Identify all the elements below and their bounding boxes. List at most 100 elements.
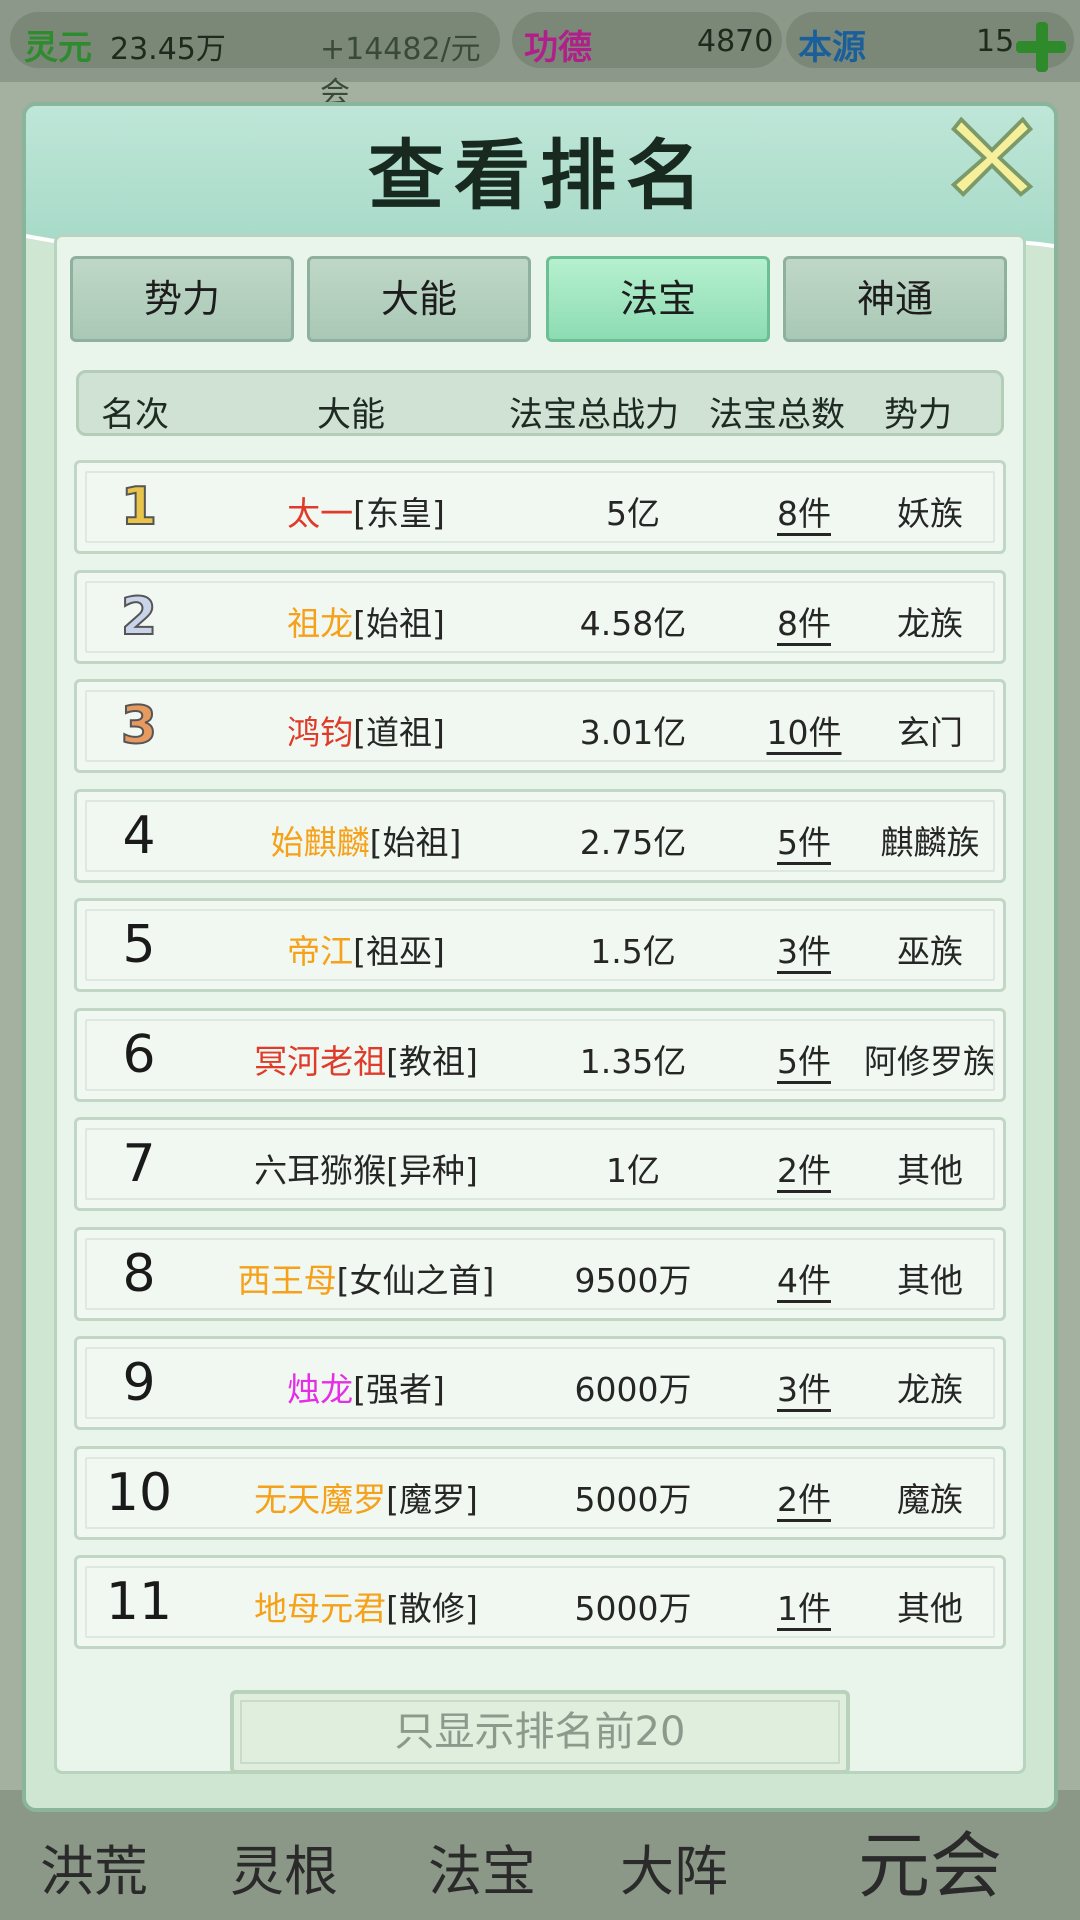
row-power: 9500万 <box>574 1261 692 1300</box>
table-row[interactable]: 7 六耳猕猴[异种] 1亿 2件 其他 <box>74 1117 1006 1211</box>
close-icon <box>950 116 1034 198</box>
row-rank: 7 <box>122 1134 156 1194</box>
row-faction: 龙族 <box>897 604 963 643</box>
resource-bar: 灵元 23.45万 +14482/元会 功德 4870 本源 15 <box>0 0 1080 111</box>
row-rank: 9 <box>122 1353 156 1413</box>
table-row[interactable]: 9 烛龙[强者] 6000万 3件 龙族 <box>74 1336 1006 1430</box>
dialog-header: 查看排名 <box>26 106 1054 276</box>
row-faction: 魔族 <box>897 1480 963 1519</box>
row-name: 始麒麟[始祖] <box>201 816 531 864</box>
row-rank: 1 <box>120 476 158 538</box>
tab-shentong[interactable]: 神通 <box>783 256 1007 342</box>
row-name: 无天魔罗[魔罗] <box>201 1473 531 1521</box>
column-count: 法宝总数 <box>709 395 845 435</box>
nav-fabao[interactable]: 法宝 <box>428 1827 536 1906</box>
row-name-text: 冥河老祖 <box>254 1042 387 1081</box>
dialog-title: 查看排名 <box>368 131 712 220</box>
row-rank: 5 <box>122 915 156 975</box>
table-row[interactable]: 6 冥河老祖[教祖] 1.35亿 5件 阿修罗族 <box>74 1008 1006 1102</box>
row-rank: 6 <box>122 1025 156 1085</box>
benyuan-resource: 本源 15 <box>786 12 1074 72</box>
tab-fabao[interactable]: 法宝 <box>546 256 770 342</box>
table-row[interactable]: 10 无天魔罗[魔罗] 5000万 2件 魔族 <box>74 1446 1006 1540</box>
row-title-text: [始祖] <box>353 604 445 643</box>
add-benyuan-plus-icon[interactable] <box>1016 22 1066 72</box>
lingyuan-label: 灵元 <box>24 28 92 68</box>
row-name: 冥河老祖[教祖] <box>201 1035 531 1083</box>
table-row[interactable]: 2 祖龙[始祖] 4.58亿 8件 龙族 <box>74 570 1006 664</box>
nav-linggen[interactable]: 灵根 <box>230 1827 338 1906</box>
row-faction: 其他 <box>897 1589 963 1628</box>
row-power: 3.01亿 <box>579 713 687 752</box>
row-name-text: 烛龙 <box>287 1370 354 1409</box>
row-power: 2.75亿 <box>579 823 687 862</box>
benyuan-value: 15 <box>976 24 1015 59</box>
table-row[interactable]: 11 地母元君[散修] 5000万 1件 其他 <box>74 1555 1006 1649</box>
row-faction: 妖族 <box>897 494 963 533</box>
table-row[interactable]: 1 太一[东皇] 5亿 8件 妖族 <box>74 460 1006 554</box>
row-rank: 4 <box>122 806 156 866</box>
row-faction: 巫族 <box>897 932 963 971</box>
lingyuan-value: 23.45万 <box>110 32 226 67</box>
row-faction: 麒麟族 <box>880 823 980 862</box>
row-power: 5000万 <box>574 1480 692 1519</box>
row-faction: 其他 <box>897 1261 963 1300</box>
row-power: 1.5亿 <box>590 932 676 971</box>
row-name-text: 无天魔罗 <box>254 1480 387 1519</box>
lingyuan-rate: +14482/元会 <box>320 32 481 111</box>
table-row[interactable]: 5 帝江[祖巫] 1.5亿 3件 巫族 <box>74 898 1006 992</box>
column-power: 法宝总战力 <box>509 395 679 435</box>
table-row[interactable]: 3 鸿钧[道祖] 3.01亿 10件 玄门 <box>74 679 1006 773</box>
gongde-value: 4870 <box>697 24 774 59</box>
row-title-text: [散修] <box>386 1589 478 1628</box>
row-name-text: 祖龙 <box>287 604 354 643</box>
row-name: 太一[东皇] <box>201 487 531 535</box>
row-title-text: [异种] <box>386 1151 478 1190</box>
row-title-text: [强者] <box>353 1370 445 1409</box>
row-title-text: [始祖] <box>369 823 462 862</box>
row-title-text: [教祖] <box>386 1042 478 1081</box>
column-rank: 名次 <box>101 395 169 435</box>
row-name: 六耳猕猴[异种] <box>201 1144 531 1192</box>
nav-honghuang[interactable]: 洪荒 <box>40 1827 148 1906</box>
table-row[interactable]: 4 始麒麟[始祖] 2.75亿 5件 麒麟族 <box>74 789 1006 883</box>
tab-daneng[interactable]: 大能 <box>307 256 531 342</box>
nav-yuanhui[interactable]: 元会 <box>858 1807 1002 1912</box>
table-header: 名次 大能 法宝总战力 法宝总数 势力 <box>76 370 1004 436</box>
close-button[interactable] <box>944 106 1040 202</box>
row-power: 1.35亿 <box>579 1042 687 1081</box>
gongde-label: 功德 <box>524 28 592 68</box>
row-power: 6000万 <box>574 1370 692 1409</box>
row-faction: 其他 <box>897 1151 963 1190</box>
row-faction: 龙族 <box>897 1370 963 1409</box>
row-title-text: [祖巫] <box>353 932 445 971</box>
table-row[interactable]: 8 西王母[女仙之首] 9500万 4件 其他 <box>74 1227 1006 1321</box>
benyuan-label: 本源 <box>798 28 866 68</box>
show-top20-button[interactable]: 只显示排名前20 <box>230 1690 850 1774</box>
row-name-text: 地母元君 <box>254 1589 387 1628</box>
row-power: 1亿 <box>606 1151 660 1190</box>
row-faction: 玄门 <box>897 713 963 752</box>
row-name: 鸿钧[道祖] <box>201 706 531 754</box>
row-name-text: 六耳猕猴 <box>254 1151 387 1190</box>
row-name-text: 西王母 <box>237 1261 337 1300</box>
gongde-resource: 功德 4870 <box>512 12 782 68</box>
show-top20-label: 只显示排名前20 <box>394 1709 686 1755</box>
row-title-text: [道祖] <box>353 713 445 752</box>
row-title-text: [女仙之首] <box>336 1261 495 1300</box>
tab-shili[interactable]: 势力 <box>70 256 294 342</box>
row-title-text: [东皇] <box>353 494 445 533</box>
row-name-text: 鸿钧 <box>287 713 354 752</box>
nav-dazhen[interactable]: 大阵 <box>620 1827 728 1906</box>
row-name: 帝江[祖巫] <box>201 925 531 973</box>
row-rank: 11 <box>105 1572 173 1632</box>
row-rank: 2 <box>120 586 158 648</box>
row-name: 地母元君[散修] <box>201 1582 531 1630</box>
row-rank: 10 <box>105 1463 173 1523</box>
row-faction: 阿修罗族 <box>864 1042 996 1081</box>
row-rank: 8 <box>122 1244 156 1304</box>
row-title-text: [魔罗] <box>386 1480 478 1519</box>
row-power: 5000万 <box>574 1589 692 1628</box>
column-faction: 势力 <box>884 395 952 435</box>
row-name-text: 帝江 <box>287 932 354 971</box>
